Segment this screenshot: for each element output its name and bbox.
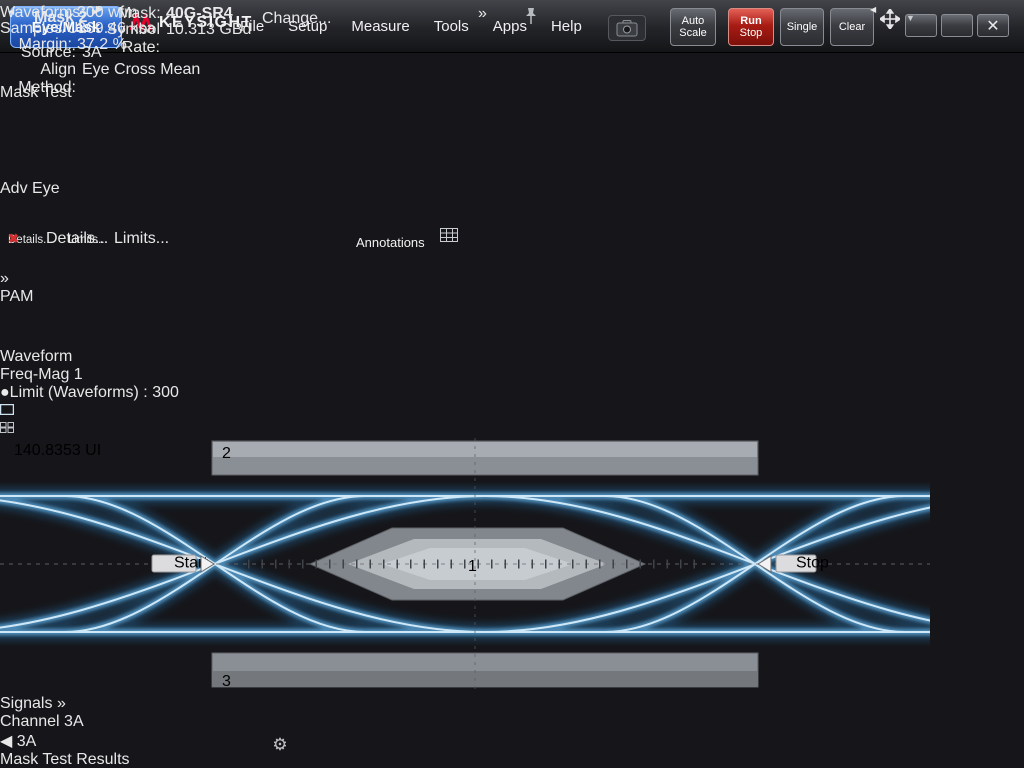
signals-legend[interactable]: Signals » Channel 3A xyxy=(0,695,1024,731)
collapse-panel-button[interactable]: » xyxy=(478,5,514,27)
menu-tools[interactable]: Tools xyxy=(434,18,469,35)
sidebar-item-mask-test[interactable]: Mask Test xyxy=(0,84,1024,180)
single-display-button[interactable] xyxy=(0,402,1024,420)
stop-marker-label: Stop xyxy=(796,555,829,572)
gear-icon: ⚙ xyxy=(272,735,287,755)
change-mask-button[interactable]: Change... xyxy=(262,10,328,32)
menu-measure[interactable]: Measure xyxy=(351,18,409,35)
close-icon: ✕ xyxy=(986,16,999,36)
chevrons-down-icon: » xyxy=(478,5,487,22)
results-details-label: Details... xyxy=(46,230,108,247)
start-marker[interactable]: Start xyxy=(152,555,214,573)
single-pane-icon xyxy=(0,404,14,415)
setup-gear-button[interactable]: ⚙ xyxy=(268,733,292,757)
run-stop-button[interactable]: Run Stop xyxy=(728,8,774,46)
display-toolbar: ▼ xyxy=(0,402,1024,438)
results-back-button[interactable]: ◀ xyxy=(870,5,893,28)
quad-pane-icon xyxy=(0,422,14,433)
sidebar-expand-button[interactable]: » xyxy=(0,270,1024,288)
mask-region-1-label: 1 xyxy=(468,558,477,575)
delete-measurement-button[interactable]: ✖ xyxy=(8,230,38,254)
mask-test-panel-title: Mask Test xyxy=(0,751,72,768)
legend-channel-label: Channel 3A xyxy=(0,713,84,730)
change-mask-label: Change... xyxy=(262,10,331,27)
eye-diagram-canvas: 2 3 1 140.8353 UI Start xyxy=(0,438,930,690)
results-limits-label: Limits... xyxy=(114,230,169,247)
tab-freq-mag-1[interactable]: Freq-Mag 1 xyxy=(0,366,1024,384)
results-details-button[interactable]: Details... xyxy=(46,230,108,254)
mask-region-3-label: 3 xyxy=(222,673,231,690)
legend-title: Signals xyxy=(0,695,52,712)
margin-label: Margin: xyxy=(0,36,72,54)
maximize-button[interactable] xyxy=(941,14,973,37)
align-method-value: Eye Cross Mean xyxy=(82,61,200,79)
back-icon: ◀ xyxy=(870,5,876,14)
camera-icon xyxy=(616,20,638,37)
timebase-span-label: 140.8353 UI xyxy=(14,442,101,459)
waveform-tab-bar: Waveform ▶ Freq-Mag 1 ●Limit (Waveforms)… xyxy=(0,348,1024,402)
waveform-label: Waveform xyxy=(0,348,72,365)
red-x-icon: ✖ xyxy=(8,231,19,246)
limit-dot-icon: ● xyxy=(0,384,10,401)
pin-panel-button[interactable] xyxy=(524,7,538,30)
pan-tool-dropdown[interactable]: ▼ xyxy=(906,13,915,23)
single-label: Single xyxy=(787,21,818,33)
grid-table-icon xyxy=(440,228,458,242)
stop-marker[interactable]: Stop xyxy=(758,555,829,573)
auto-scale-label-2: Scale xyxy=(679,27,707,39)
channel-3a-axis-marker: ◀ 3A xyxy=(0,731,1024,751)
mask-region-2-label: 2 xyxy=(222,445,231,462)
annotations-label: Annotations xyxy=(356,235,425,250)
results-limits-button[interactable]: Limits... xyxy=(114,230,172,254)
results-grid-view-button[interactable] xyxy=(440,228,470,254)
legend-channel-row[interactable]: Channel 3A xyxy=(0,713,1024,731)
mask-region-2[interactable]: 2 xyxy=(212,441,758,475)
run-label: Run xyxy=(740,15,761,27)
dropdown-icon: ▼ xyxy=(906,13,915,23)
screen-capture-button[interactable] xyxy=(608,15,646,41)
eye-diagram-display[interactable]: 2 3 1 140.8353 UI Start xyxy=(0,438,1024,731)
align-method-label: Align Method: xyxy=(0,61,76,97)
sidebar-item-pam[interactable]: PAM xyxy=(0,288,1024,348)
clear-label: Clear xyxy=(839,21,865,33)
close-button[interactable]: ✕ xyxy=(977,14,1009,37)
auto-scale-button[interactable]: Auto Scale xyxy=(670,8,716,46)
legend-collapse-icon[interactable]: » xyxy=(57,695,66,712)
symbol-rate-value: 10.313 GBd xyxy=(166,21,251,39)
results-panel-title: Results xyxy=(76,751,129,768)
sidebar-item-adv-eye[interactable]: Adv Eye xyxy=(0,180,1024,270)
mask-region-3[interactable]: 3 xyxy=(212,653,758,690)
flexdca-window: Eye/Mask KEYSIGHT File Setup Measure Too… xyxy=(0,0,1024,768)
single-button[interactable]: Single xyxy=(780,8,824,46)
limit-text: Limit (Waveforms) : 300 xyxy=(10,384,179,401)
lower-panel-header: Mask Test ▶ » ◀ Results xyxy=(0,751,1024,768)
limit-indicator: ●Limit (Waveforms) : 300 xyxy=(0,384,1024,402)
stop-label: Stop xyxy=(740,27,763,39)
margin-value: 37.2 % xyxy=(77,36,127,54)
clear-button[interactable]: Clear xyxy=(830,8,874,46)
auto-scale-label-1: Auto xyxy=(682,15,705,27)
pin-icon xyxy=(524,7,538,25)
chevrons-right-icon: » xyxy=(0,270,9,287)
menu-help[interactable]: Help xyxy=(551,18,582,35)
quad-display-button[interactable] xyxy=(0,420,1024,438)
